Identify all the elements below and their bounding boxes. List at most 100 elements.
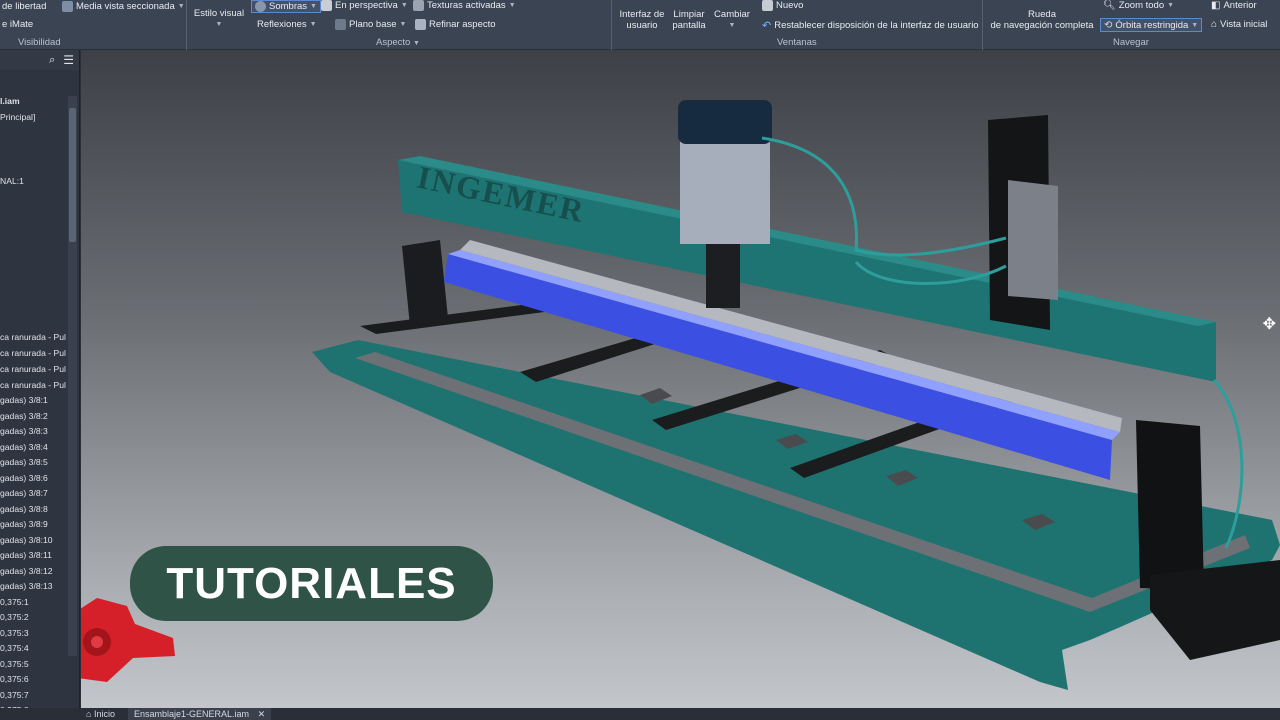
chevron-down-icon: ▼ (728, 22, 736, 29)
right-foot-plate (1150, 560, 1280, 660)
browser-node[interactable]: gadas) 3/8:1 (0, 395, 48, 405)
browser-node[interactable]: ca ranurada - Pul (0, 332, 66, 342)
chevron-down-icon: ▼ (1167, 2, 1175, 9)
browser-node[interactable]: 0,375:3 (0, 628, 29, 638)
group-label-navigate: Navegar (1113, 37, 1149, 48)
previous-view-button[interactable]: ◧ Anterior (1211, 0, 1257, 11)
tab-home[interactable]: ⌂ Inicio (86, 708, 115, 720)
clean-screen-button[interactable]: Limpiar pantalla (670, 9, 708, 31)
group-label-visibility: Visibilidad (18, 37, 61, 48)
chevron-down-icon: ▼ (412, 40, 420, 47)
group-label-aspect: Aspecto ▼ (376, 37, 420, 48)
full-navigation-wheel-button[interactable]: Rueda de navegación completa (987, 9, 1097, 31)
visual-style-button[interactable]: Estilo visual ▼ (193, 8, 245, 30)
perspective-icon (321, 0, 332, 11)
browser-node[interactable]: ca ranurada - Pul (0, 380, 66, 390)
browser-node[interactable]: 0,375:1 (0, 597, 29, 607)
shadows-button[interactable]: Sombras ▼ (251, 0, 321, 13)
previous-view-icon: ◧ (1211, 0, 1221, 11)
previous-view-label: Anterior (1223, 0, 1257, 11)
half-section-button[interactable]: Media vista seccionada ▼ (62, 1, 185, 12)
imate-label: e iMate (2, 19, 34, 30)
left-bracket (402, 240, 448, 326)
switch-window-button[interactable]: Cambiar ▼ (712, 9, 752, 31)
browser-node[interactable]: gadas) 3/8:8 (0, 504, 48, 514)
new-window-icon (762, 0, 773, 11)
search-icon[interactable]: ⌕ (49, 54, 55, 67)
browser-toolbar: ⌕ ☰ (0, 50, 79, 70)
wheel-label-line2: de navegación completa (990, 20, 1094, 31)
browser-node[interactable]: ca ranurada - Pul (0, 364, 66, 374)
inventor-window: de libertad Media vista seccionada ▼ e i… (0, 0, 1280, 720)
graphics-viewport[interactable]: INGEMER ✥ TUTORIALES (81, 50, 1280, 708)
clean-screen-label: Limpiar pantalla (672, 9, 706, 31)
ground-plane-label: Plano base (349, 19, 397, 30)
chevron-down-icon: ▼ (310, 3, 317, 10)
user-interface-label: Interfaz de usuario (619, 9, 665, 31)
browser-node[interactable]: l.iam (0, 96, 20, 106)
browser-scrollbar[interactable] (68, 96, 77, 656)
browser-node[interactable]: gadas) 3/8:4 (0, 442, 48, 452)
browser-node[interactable]: 0,375:5 (0, 659, 29, 669)
new-window-button[interactable]: Nuevo (762, 0, 803, 11)
scrollbar-thumb[interactable] (69, 108, 76, 242)
logo-icon (81, 598, 175, 682)
tab-home-label: Inicio (93, 709, 115, 719)
shadow-icon (255, 1, 266, 12)
texture-icon (413, 0, 424, 11)
refine-label: Refinar aspecto (429, 19, 496, 30)
reset-ui-label: Restablecer disposición de la interfaz d… (774, 20, 979, 31)
imate-button[interactable]: e iMate (2, 19, 33, 30)
dof-button[interactable]: de libertad (2, 1, 46, 12)
chevron-down-icon: ▼ (309, 21, 317, 28)
browser-node[interactable]: gadas) 3/8:9 (0, 519, 48, 529)
tab-document-label: Ensamblaje1-GENERAL.iam (134, 709, 250, 719)
browser-node[interactable]: gadas) 3/8:2 (0, 411, 48, 421)
home-view-button[interactable]: ⌂ Vista inicial (1211, 19, 1267, 30)
tab-document[interactable]: Ensamblaje1-GENERAL.iam ✕ (128, 708, 272, 720)
browser-node[interactable]: gadas) 3/8:6 (0, 473, 48, 483)
textures-button[interactable]: Texturas activadas ▼ (413, 0, 516, 11)
browser-node[interactable]: Principal] (0, 112, 35, 122)
orbit-label: Órbita restringida (1115, 19, 1189, 31)
shadows-label: Sombras (269, 1, 308, 12)
browser-node[interactable]: 0,375:7 (0, 690, 29, 700)
orbit-icon: ⟲ (1104, 19, 1113, 31)
reflections-button[interactable]: Reflexiones ▼ (257, 19, 317, 30)
move-cursor-icon[interactable]: ✥ (1263, 314, 1276, 334)
browser-node[interactable]: gadas) 3/8:13 (0, 581, 53, 591)
browser-node[interactable]: gadas) 3/8:5 (0, 457, 48, 467)
reset-arrow-icon: ↶ (762, 20, 772, 32)
constrained-orbit-button[interactable]: ⟲ Órbita restringida ▼ (1100, 18, 1203, 32)
valve-body (1008, 180, 1058, 300)
menu-icon[interactable]: ☰ (63, 53, 74, 67)
browser-node[interactable]: gadas) 3/8:7 (0, 488, 48, 498)
browser-node[interactable]: gadas) 3/8:3 (0, 426, 48, 436)
document-tab-bar: ⌂ Inicio Ensamblaje1-GENERAL.iam ✕ (0, 708, 1280, 720)
zoom-all-button[interactable]: 🔍︎ Zoom todo ▼ (1103, 0, 1174, 11)
user-interface-button[interactable]: Interfaz de usuario (618, 9, 666, 31)
refine-button[interactable]: Refinar aspecto (415, 19, 496, 30)
ground-plane-button[interactable]: Plano base ▼ (335, 19, 406, 30)
browser-node[interactable]: gadas) 3/8:10 (0, 535, 53, 545)
browser-node[interactable]: gadas) 3/8:11 (0, 550, 52, 560)
half-section-label: Media vista seccionada (76, 1, 175, 12)
model-browser: ⌕ ☰ l.iam Principal] NAL:1 ca ranurada - Pu… (0, 50, 80, 708)
reset-ui-button[interactable]: ↶ Restablecer disposición de la interfaz… (762, 19, 979, 32)
ribbon-group-visibility: de libertad Media vista seccionada ▼ e i… (0, 0, 186, 50)
browser-node[interactable]: NAL:1 (0, 176, 24, 186)
cylinder-rod-housing (706, 244, 740, 308)
perspective-button[interactable]: En perspectiva ▼ (321, 0, 408, 11)
new-window-label: Nuevo (776, 0, 804, 11)
browser-node[interactable]: 0,375:6 (0, 674, 29, 684)
wheel-label-line1: Rueda (1028, 9, 1056, 20)
browser-node[interactable]: 0,375:2 (0, 612, 29, 622)
group-label-windows: Ventanas (777, 37, 817, 48)
close-icon[interactable]: ✕ (258, 709, 266, 719)
browser-node[interactable]: 0,375:4 (0, 643, 29, 653)
right-stand (1136, 420, 1204, 590)
browser-node[interactable]: gadas) 3/8:12 (0, 566, 53, 576)
browser-node[interactable]: ca ranurada - Pul (0, 348, 66, 358)
home-icon: ⌂ (86, 709, 92, 719)
ribbon-group-aspect: Estilo visual ▼ Sombras ▼ En perspectiva… (187, 0, 611, 50)
